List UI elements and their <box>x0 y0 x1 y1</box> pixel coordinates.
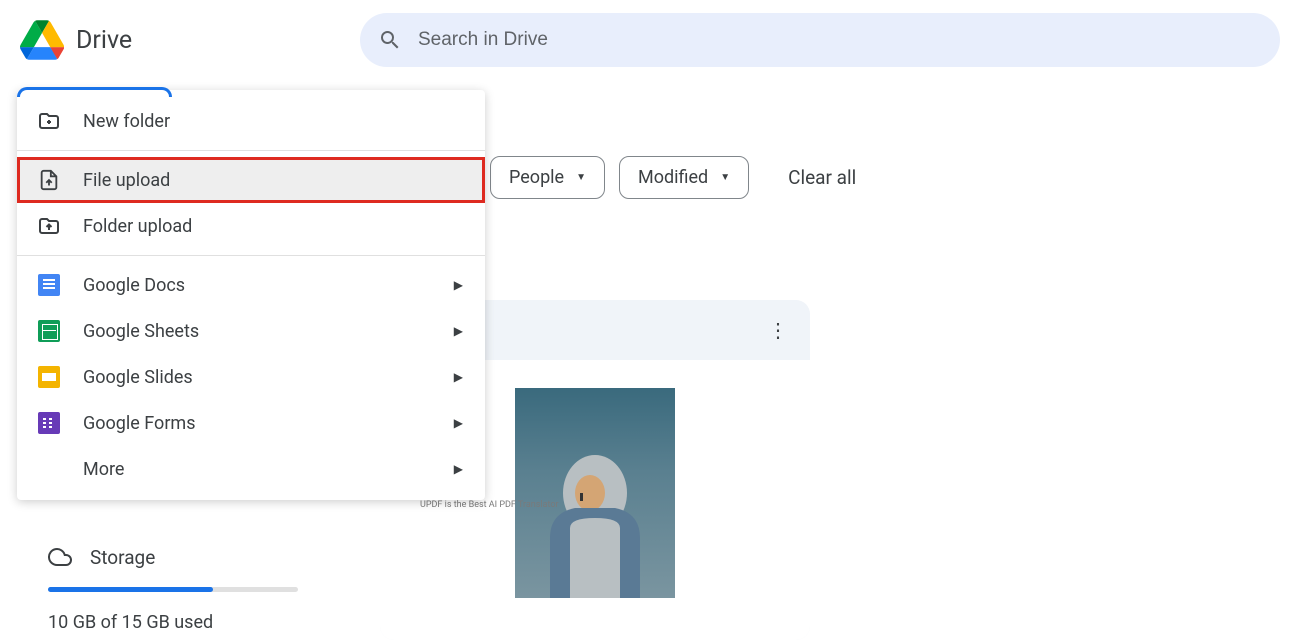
menu-label: Google Docs <box>83 275 185 296</box>
chevron-right-icon: ▶ <box>454 278 463 292</box>
sidebar-storage[interactable]: Storage <box>48 545 280 569</box>
drive-logo-icon <box>20 20 64 60</box>
blank-icon <box>37 457 61 481</box>
menu-label: Google Sheets <box>83 321 199 342</box>
breadcrumb[interactable]: rive ▼ <box>390 95 1300 128</box>
menu-file-upload[interactable]: File upload <box>17 157 485 203</box>
logo-area[interactable]: Drive <box>20 20 360 60</box>
menu-new-folder[interactable]: New folder <box>17 98 485 144</box>
new-folder-icon <box>37 109 61 133</box>
menu-label: Google Forms <box>83 413 196 434</box>
chevron-right-icon: ▶ <box>454 416 463 430</box>
new-context-menu: New folder File upload Folder upload Goo… <box>17 90 485 500</box>
search-bar[interactable] <box>360 13 1280 67</box>
person-illustration <box>530 438 660 598</box>
menu-label: More <box>83 459 124 480</box>
storage-text: 10 GB of 15 GB used <box>48 612 280 633</box>
chevron-down-icon: ▼ <box>576 172 586 183</box>
preview-caption: UPDF is the Best AI PDF Translator <box>420 500 559 510</box>
menu-google-docs[interactable]: Google Docs ▶ <box>17 262 485 308</box>
menu-separator <box>17 255 485 256</box>
app-name: Drive <box>76 26 132 55</box>
chevron-down-icon: ▼ <box>720 172 730 183</box>
storage-bar <box>48 587 298 592</box>
chip-label: Modified <box>638 167 708 188</box>
menu-label: Folder upload <box>83 216 192 237</box>
menu-google-slides[interactable]: Google Slides ▶ <box>17 354 485 400</box>
chevron-right-icon: ▶ <box>454 370 463 384</box>
google-sheets-icon <box>37 319 61 343</box>
menu-folder-upload[interactable]: Folder upload <box>17 203 485 249</box>
filter-chip-people[interactable]: People ▼ <box>490 156 605 199</box>
clear-all-link[interactable]: Clear all <box>788 166 856 189</box>
storage-label: Storage <box>90 546 155 569</box>
chip-label: People <box>509 167 564 188</box>
search-icon <box>378 28 402 52</box>
preview-image <box>515 388 675 598</box>
menu-label: File upload <box>83 170 170 191</box>
header: Drive <box>0 0 1300 80</box>
menu-google-sheets[interactable]: Google Sheets ▶ <box>17 308 485 354</box>
menu-google-forms[interactable]: Google Forms ▶ <box>17 400 485 446</box>
file-upload-icon <box>37 168 61 192</box>
search-input[interactable] <box>418 29 1262 51</box>
chevron-right-icon: ▶ <box>454 324 463 338</box>
google-slides-icon <box>37 365 61 389</box>
menu-separator <box>17 150 485 151</box>
google-docs-icon <box>37 273 61 297</box>
cloud-icon <box>48 545 72 569</box>
more-icon[interactable]: ⋮ <box>768 318 786 342</box>
new-button-outline <box>17 87 172 97</box>
filter-bar: Fs ✕ People ▼ Modified ▼ Clear all <box>390 154 1300 200</box>
google-forms-icon <box>37 411 61 435</box>
storage-fill <box>48 587 213 592</box>
chevron-right-icon: ▶ <box>454 462 463 476</box>
menu-label: New folder <box>83 111 170 132</box>
folder-upload-icon <box>37 214 61 238</box>
filter-chip-modified[interactable]: Modified ▼ <box>619 156 749 199</box>
menu-more[interactable]: More ▶ <box>17 446 485 492</box>
menu-label: Google Slides <box>83 367 193 388</box>
